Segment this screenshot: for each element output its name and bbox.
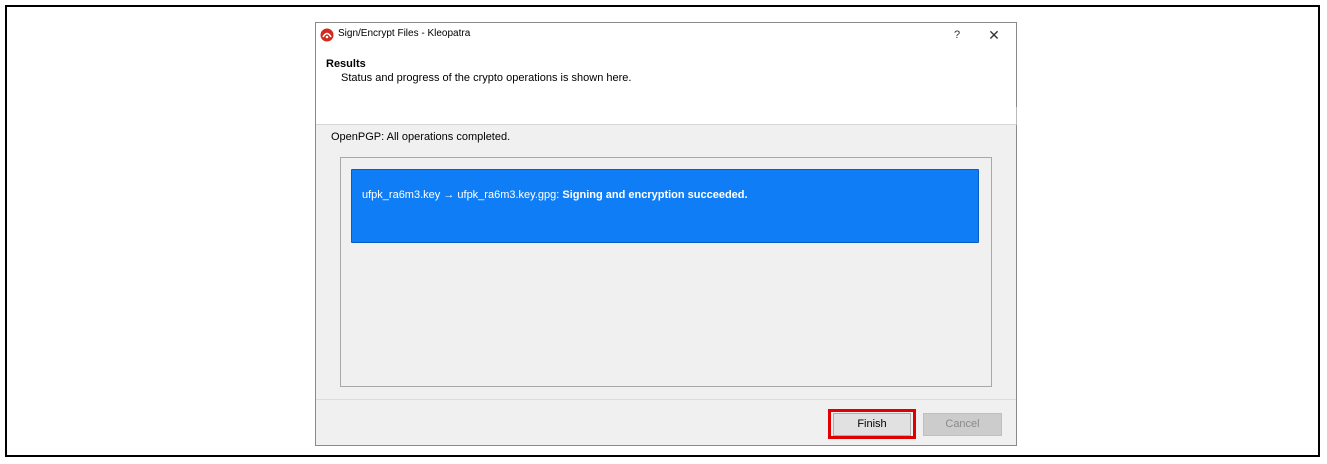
wizard-header: Results Status and progress of the crypt… — [316, 47, 1016, 125]
result-message: Signing and encryption succeeded. — [562, 189, 748, 201]
title-bar: Sign/Encrypt Files - Kleopatra ? ✕ — [316, 23, 1016, 47]
sign-encrypt-dialog: Sign/Encrypt Files - Kleopatra ? ✕ Resul… — [315, 22, 1017, 446]
close-icon[interactable]: ✕ — [980, 25, 1008, 45]
results-list: ufpk_ra6m3.key → ufpk_ra6m3.key.gpg: Sig… — [340, 157, 992, 387]
result-target-file: ufpk_ra6m3.key.gpg: — [457, 189, 560, 201]
header-divider — [1016, 107, 1017, 125]
arrow-icon: → — [443, 189, 455, 201]
result-source-file: ufpk_ra6m3.key — [362, 189, 441, 201]
window-title: Sign/Encrypt Files - Kleopatra — [338, 28, 471, 39]
page-title: Results — [326, 58, 366, 70]
help-button[interactable]: ? — [944, 25, 970, 45]
result-item[interactable]: ufpk_ra6m3.key → ufpk_ra6m3.key.gpg: Sig… — [351, 169, 979, 243]
cancel-button[interactable]: Cancel — [923, 413, 1002, 436]
kleopatra-app-icon — [320, 28, 334, 42]
footer-divider — [316, 399, 1016, 400]
status-text: OpenPGP: All operations completed. — [331, 131, 511, 143]
finish-button[interactable]: Finish — [833, 413, 911, 436]
page-subtitle: Status and progress of the crypto operat… — [341, 72, 632, 84]
result-text: ufpk_ra6m3.key → ufpk_ra6m3.key.gpg: Sig… — [362, 189, 748, 201]
